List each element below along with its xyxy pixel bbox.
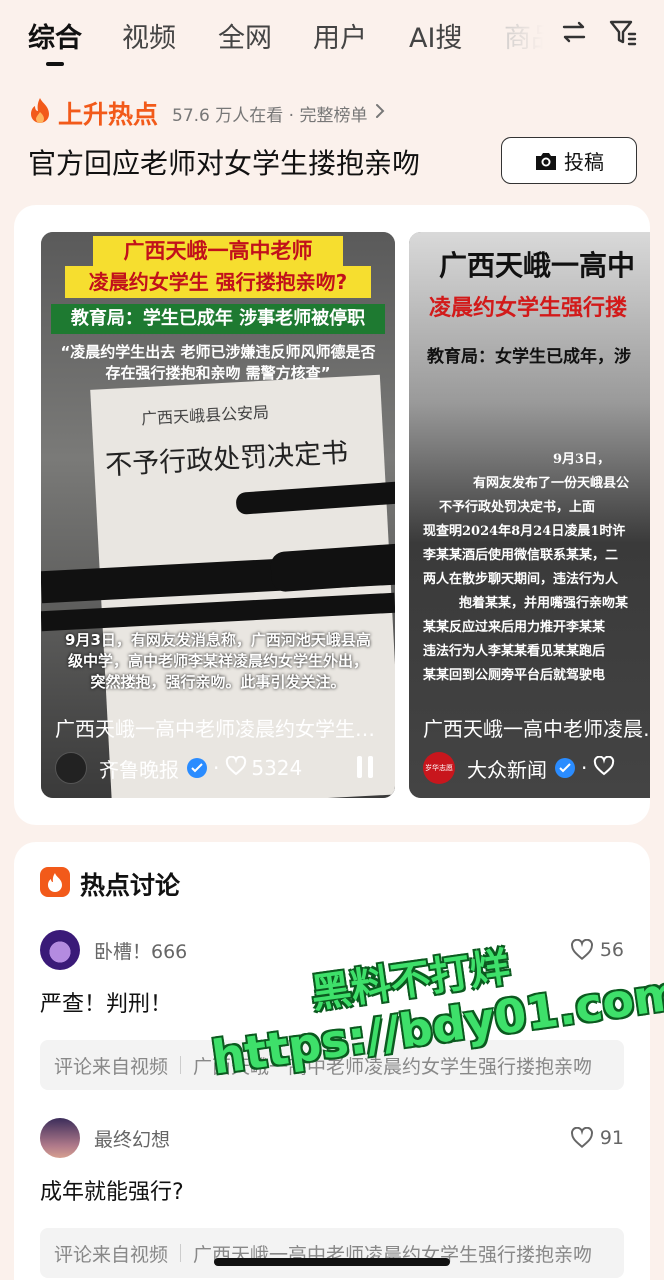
avatar[interactable]: 岁华志愿 — [423, 752, 455, 784]
comment-like-count: 91 — [599, 1127, 624, 1149]
video-carousel[interactable]: 广西天峨县公安局 不予行政处罚决定书 广西天峨一高中老师 凌晨约女学生 强行搂抱… — [14, 205, 650, 825]
discussion-title: 热点讨论 — [80, 871, 181, 900]
headline-banner: 凌晨约女学生强行搂 — [429, 296, 628, 321]
video-meta: 岁华志愿 大众新闻 · — [423, 752, 615, 784]
tab-comprehensive[interactable]: 综合 — [28, 16, 82, 55]
headline-banner-green: 教育局：学生已成年 涉事老师被停职 — [51, 304, 385, 334]
chevron-right-icon[interactable] — [375, 103, 385, 123]
avatar[interactable] — [40, 1118, 80, 1158]
flame-icon — [28, 97, 52, 129]
video-likes: 5324 — [251, 756, 303, 780]
comment-like-count: 56 — [599, 939, 624, 961]
pause-icon[interactable] — [357, 756, 373, 778]
heart-icon — [570, 1127, 593, 1149]
divider — [180, 1056, 182, 1074]
body-line: 两人在散步聊天期间，违法行为人 — [423, 572, 619, 587]
headline-banner: 广西天峨一高中老师 — [93, 236, 343, 266]
tab-ai-search[interactable]: AI搜 — [409, 16, 462, 55]
body-line: 有网友发布了一份天峨县公 — [473, 476, 630, 491]
headline-banner: 凌晨约女学生 强行搂抱亲吻? — [65, 266, 371, 298]
swap-icon[interactable] — [560, 18, 588, 50]
tab-video[interactable]: 视频 — [122, 16, 176, 55]
video-title[interactable]: 广西天峨一高中老师凌晨约女学生强行搂抱亲吻 — [55, 713, 381, 742]
flame-badge-icon — [40, 867, 70, 901]
body-line: 不予行政处罚决定书，上面 — [439, 500, 596, 515]
body-line: 9月3日， — [553, 452, 611, 467]
topic-title: 官方回应老师对女学生搂抱亲吻 — [28, 147, 421, 180]
post-button-label: 投稿 — [564, 150, 604, 174]
video-author[interactable]: 大众新闻 — [467, 754, 547, 783]
body-line: 抱着某某，并用嘴强行亲吻某 — [459, 596, 629, 611]
comment-source-label: 评论来自视频 — [54, 1243, 169, 1266]
comment-item[interactable]: 最终幻想 91 成年就能强行? 评论来自视频 广西天峨一高中老师凌晨约女学生强行… — [40, 1118, 624, 1278]
comment-source[interactable]: 评论来自视频 广西天峨一高中老师凌晨约女学生强行搂抱亲吻 — [40, 1040, 624, 1090]
body-line: 李某某酒后使用微信联系某某，二 — [423, 548, 619, 563]
tab-fade — [480, 0, 560, 70]
video-quote: “凌晨约学生出去 老师已涉嫌违反师风师德是否存在强行搂抱和亲吻 需警方核查” — [60, 343, 376, 382]
filter-icon[interactable] — [608, 18, 638, 52]
comment-like[interactable]: 56 — [570, 939, 624, 961]
divider — [180, 1244, 182, 1262]
hot-discussion-panel: 热点讨论 卧槽！666 56 严查！判刑！ 评论来自视频 广西天峨一高中老师凌晨… — [14, 842, 650, 1280]
comment-like[interactable]: 91 — [570, 1127, 624, 1149]
separator-dot: · — [213, 756, 220, 780]
comment-source-title: 广西天峨一高中老师凌晨约女学生强行搂抱亲吻 — [193, 1055, 593, 1078]
headline-text: 广西天峨一高中 — [439, 249, 636, 282]
video-card[interactable]: 广西天峨县公安局 不予行政处罚决定书 广西天峨一高中老师 凌晨约女学生 强行搂抱… — [41, 232, 395, 798]
discussion-header: 热点讨论 — [40, 866, 180, 902]
comment-user[interactable]: 卧槽！666 — [94, 937, 570, 964]
video-author[interactable]: 齐鲁晚报 — [99, 754, 179, 783]
hot-meta[interactable]: 57.6 万人在看 · 完整榜单 — [172, 101, 367, 126]
video-caption: 9月3日，有网友发消息称，广西河池天峨县高级中学，高中老师李某祥凌晨约女学生外出… — [65, 631, 371, 691]
video-body-text: 9月3日， 有网友发布了一份天峨县公 不予行政处罚决定书，上面 现查明2024年… — [423, 448, 650, 688]
body-line: 违法行为人李某某看见某某跑后 — [423, 644, 606, 659]
body-line: 某某回到公厕旁平台后就驾驶电 — [423, 668, 606, 683]
verified-icon — [187, 758, 207, 778]
search-tabs: 综合 视频 全网 用户 AI搜 商品 — [0, 0, 664, 72]
comment-user[interactable]: 最终幻想 — [94, 1125, 570, 1152]
active-tab-indicator — [46, 62, 64, 66]
heart-icon — [570, 939, 593, 961]
verified-icon — [555, 758, 575, 778]
comment-source[interactable]: 评论来自视频 广西天峨一高中老师凌晨约女学生强行搂抱亲吻 — [40, 1228, 624, 1278]
hot-topic-row[interactable]: 上升热点 57.6 万人在看 · 完整榜单 — [28, 96, 385, 130]
comment-item[interactable]: 卧槽！666 56 严查！判刑！ 评论来自视频 广西天峨一高中老师凌晨约女学生强… — [40, 930, 624, 1090]
heart-icon[interactable] — [593, 755, 615, 781]
video-card[interactable]: 广西天峨一高中 凌晨约女学生强行搂 教育局：女学生已成年，涉 9月3日， 有网友… — [409, 232, 650, 798]
home-indicator[interactable] — [214, 1258, 450, 1266]
body-line: 某某反应过来后用力推开李某某 — [423, 620, 606, 635]
camera-icon — [536, 152, 556, 170]
video-meta: 齐鲁晚报 · 5324 — [55, 752, 302, 784]
comment-source-label: 评论来自视频 — [54, 1055, 169, 1078]
separator-dot: · — [581, 756, 588, 780]
heart-icon[interactable] — [225, 755, 247, 781]
comment-text: 成年就能强行? — [40, 1180, 184, 1205]
avatar[interactable] — [55, 752, 87, 784]
comment-text: 严查！判刑！ — [40, 992, 173, 1017]
avatar[interactable] — [40, 930, 80, 970]
hot-label: 上升热点 — [58, 100, 159, 129]
headline-sub: 教育局：女学生已成年，涉 — [427, 347, 631, 367]
tab-web[interactable]: 全网 — [218, 16, 272, 55]
post-button[interactable]: 投稿 — [501, 137, 637, 184]
body-line: 现查明2024年8月24日凌晨1时许 — [423, 524, 626, 539]
video-title[interactable]: 广西天峨一高中老师凌晨约女学生 — [423, 713, 650, 742]
tab-users[interactable]: 用户 — [313, 16, 367, 55]
